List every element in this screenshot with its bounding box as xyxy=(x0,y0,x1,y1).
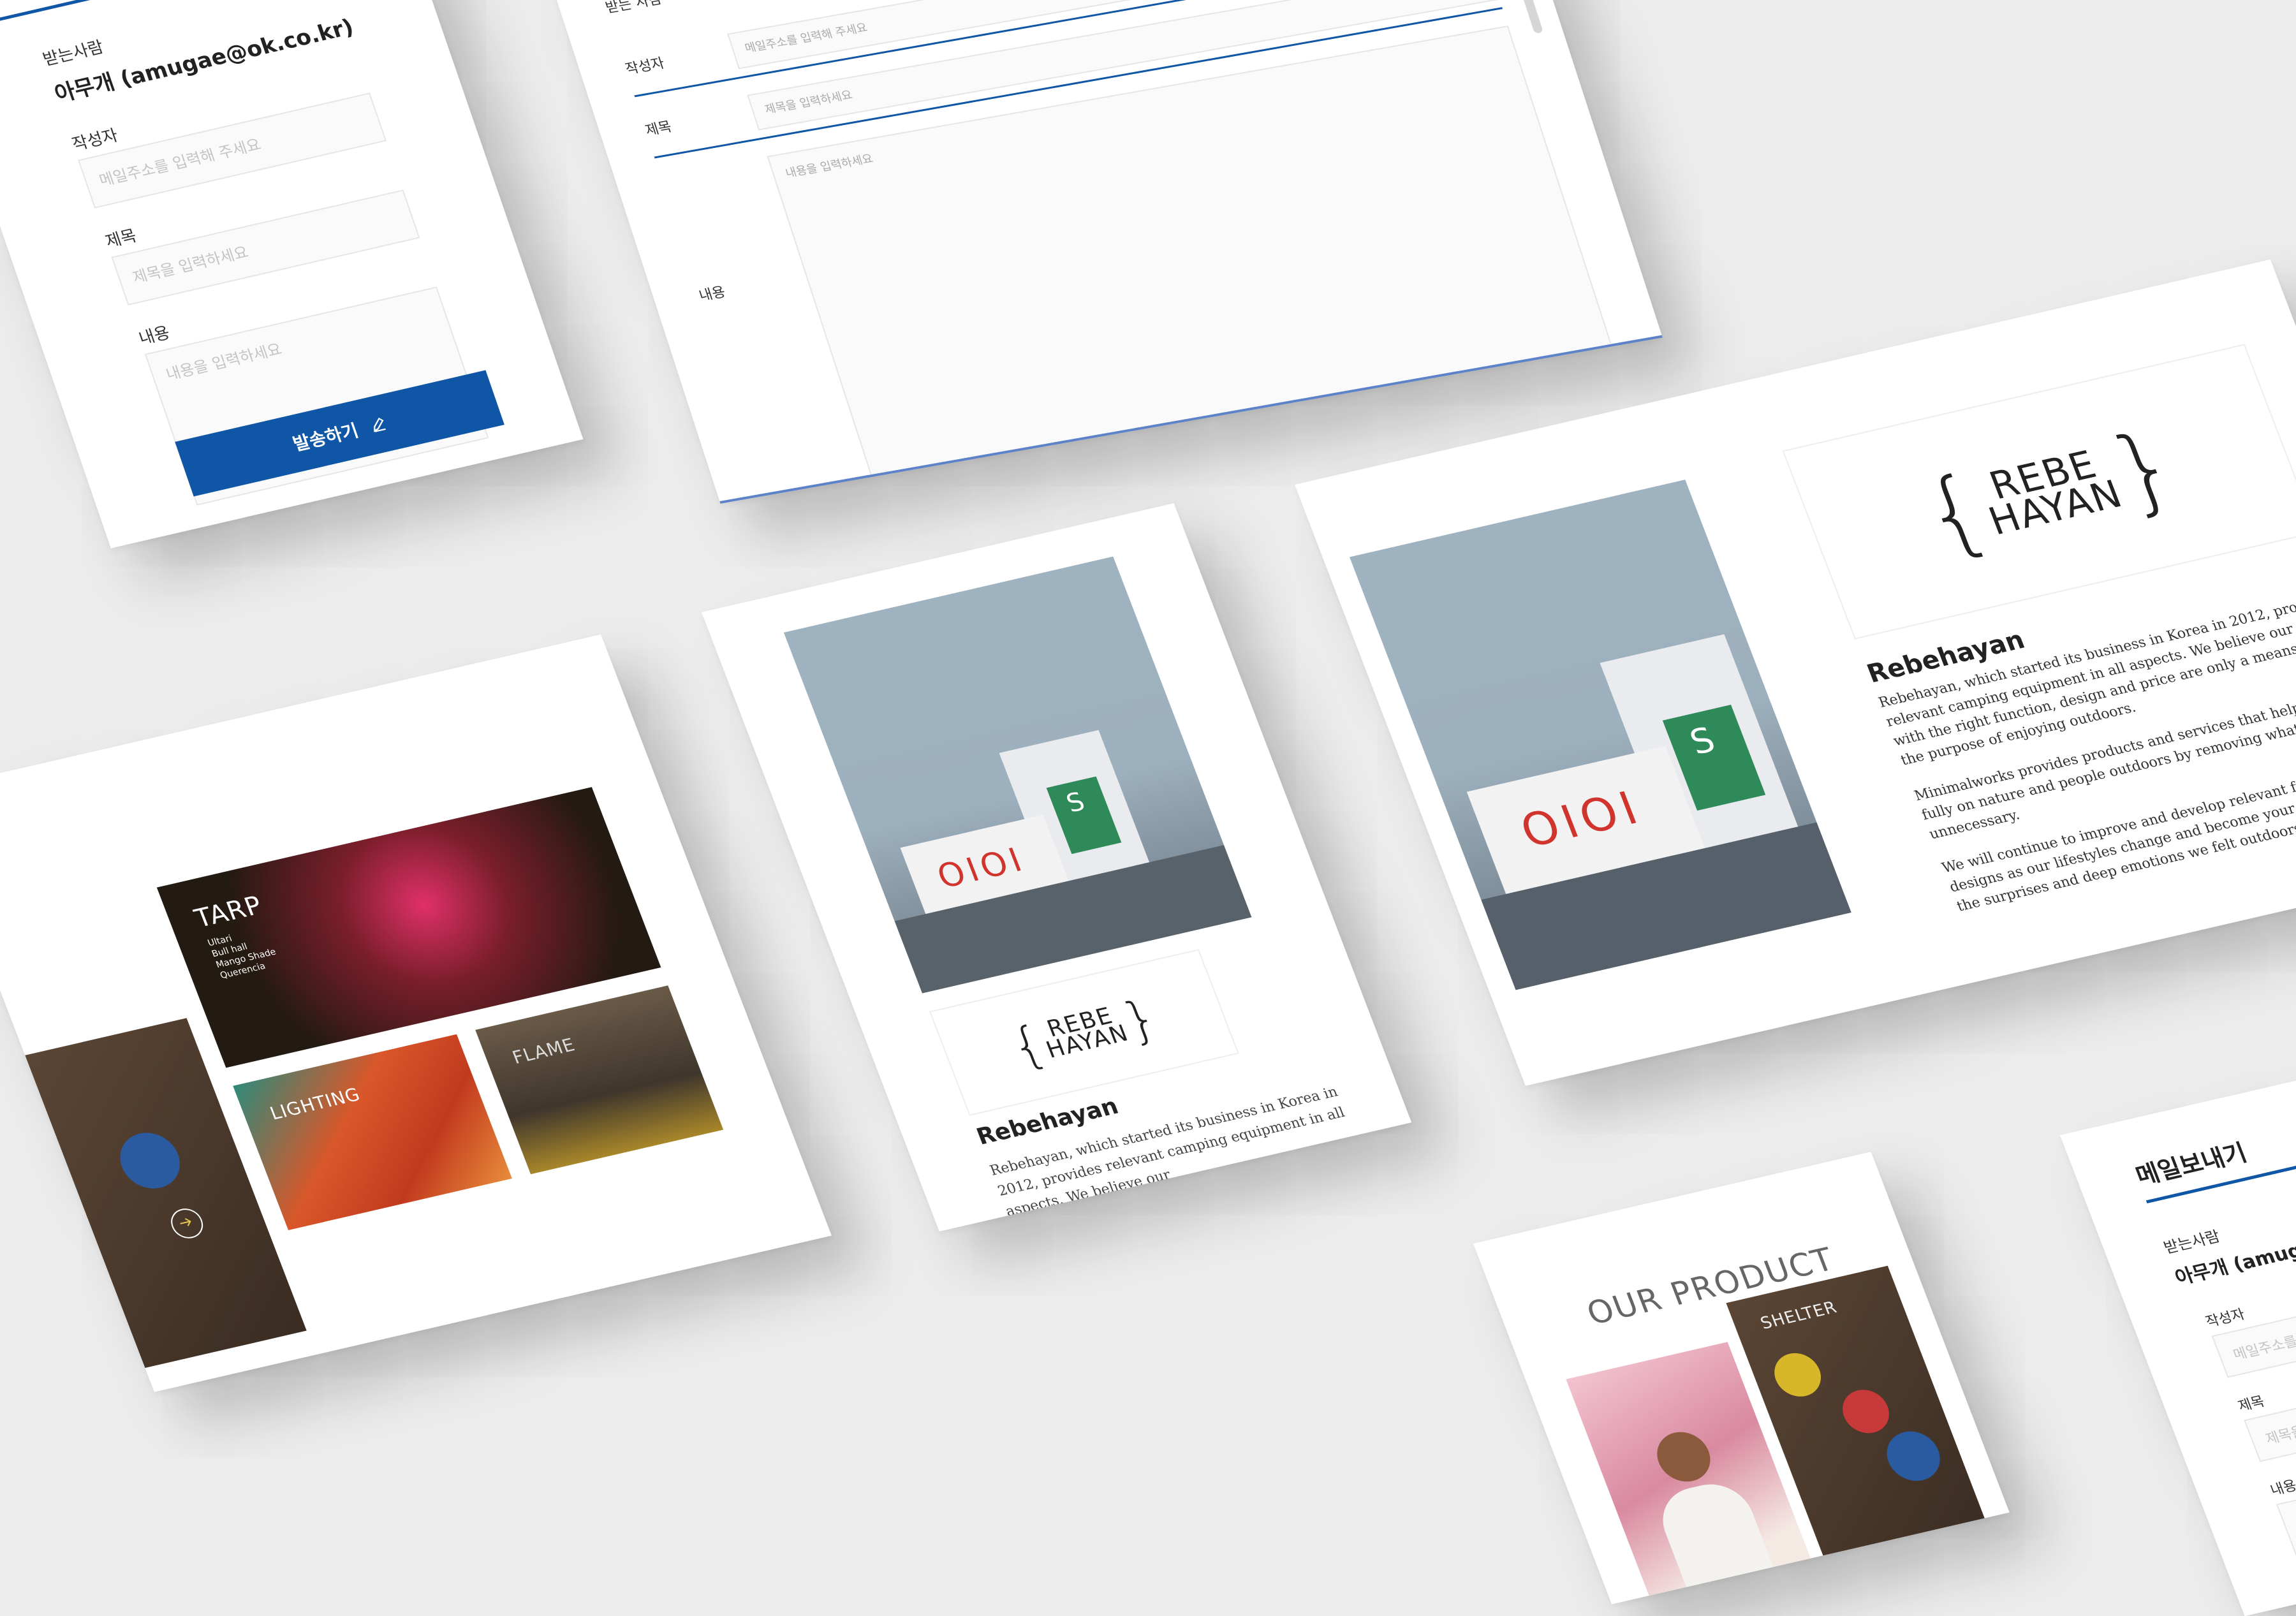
content-label: 내용 xyxy=(2268,1478,2296,1499)
tile-label: FLAME xyxy=(509,1034,578,1068)
mail-form-card-left: 메일보내기 받는사람 아무개 (amugae@ok.co.kr) 작성자 메일주… xyxy=(0,0,584,548)
bowl-image xyxy=(1879,1426,1948,1487)
our-product-card: OUR PRODUCT SHELTER xyxy=(1473,1152,2010,1605)
gallery-card: TARP Ultari Bull hall Mango Shade Queren… xyxy=(0,634,832,1392)
mail-form-card-right: 메일보내기 받는사람 아무개 (amugae@ok.co.kr) 작성자 메일주… xyxy=(2060,1046,2296,1616)
green-sign-text: S xyxy=(1062,787,1089,819)
brand-detail-card: OIOI S { REBE HAYAN } Rebehayan Rebehayan… xyxy=(1295,259,2296,1086)
content-textarea[interactable]: 내용을 입력하세요 xyxy=(2276,1432,2296,1616)
send-button[interactable]: 발송하기 xyxy=(1184,439,1303,496)
spice-tile[interactable] xyxy=(25,1018,307,1369)
recipient-label: 받는사람 xyxy=(40,38,107,70)
billboard-text: OIOI xyxy=(932,840,1031,897)
brand-description: Rebehayan, which started its business in… xyxy=(987,1083,1348,1220)
city-photo: OIOI S xyxy=(783,556,1252,994)
author-label: 작성자 xyxy=(70,126,121,155)
subject-label: 제목 xyxy=(2235,1393,2267,1415)
tile-label: SHELTER xyxy=(1758,1298,1840,1333)
subject-input[interactable]: 제목을 입력하세요 xyxy=(111,189,420,305)
subject-label: 제목 xyxy=(103,226,140,252)
tile-flame[interactable]: FLAME xyxy=(475,985,724,1175)
product-card: OIOI S { REBE HAYAN } Rebehayan Rebehayan… xyxy=(702,503,1412,1232)
dress-image xyxy=(1651,1476,1783,1605)
city-photo: OIOI S xyxy=(1350,480,1851,990)
tile-sublist: Ultari Bull hall Mango Shade Querencia xyxy=(206,925,282,981)
tile-label: LIGHTING xyxy=(267,1083,364,1124)
tile-lighting[interactable]: LIGHTING xyxy=(233,1034,512,1230)
pencil-icon xyxy=(373,417,386,432)
mail-form-card-top: 받는 사람 작성자 메일주소를 입력해 주세요 제목 제목을 입력하세요 내용 … xyxy=(548,0,1663,504)
send-button-label: 발송하기 xyxy=(290,420,362,455)
content-label: 내용 xyxy=(136,323,173,349)
green-sign-text: S xyxy=(1684,719,1721,763)
arrow-right-icon xyxy=(180,1218,191,1226)
bowl-image xyxy=(1836,1385,1896,1438)
bowl-image xyxy=(112,1127,189,1194)
checkmark-icon xyxy=(1266,459,1274,466)
rebehayan-logo: { REBE HAYAN } xyxy=(1001,988,1167,1077)
bowl-image xyxy=(1767,1348,1828,1401)
author-label: 작성자 xyxy=(2204,1306,2248,1331)
send-button-label: 발송하기 xyxy=(1209,458,1260,481)
arrow-button[interactable] xyxy=(166,1205,208,1242)
subject-label: 제목 xyxy=(643,119,674,139)
content-label: 내용 xyxy=(697,284,728,305)
author-input[interactable]: 메일주소를 입력해 주세요 xyxy=(78,92,387,209)
logo-box: { REBE HAYAN } xyxy=(1782,344,2296,640)
portrait-image xyxy=(1649,1427,1718,1487)
recipient-label: 받는사람 xyxy=(2161,1227,2223,1257)
rebehayan-logo: { REBE HAYAN } xyxy=(1905,410,2195,573)
recipient-label: 받는 사람 xyxy=(603,0,664,17)
author-label: 작성자 xyxy=(623,55,667,78)
content-placeholder: 내용을 입력하세요 xyxy=(784,152,875,180)
billboard-text: OIOI xyxy=(1513,780,1650,858)
